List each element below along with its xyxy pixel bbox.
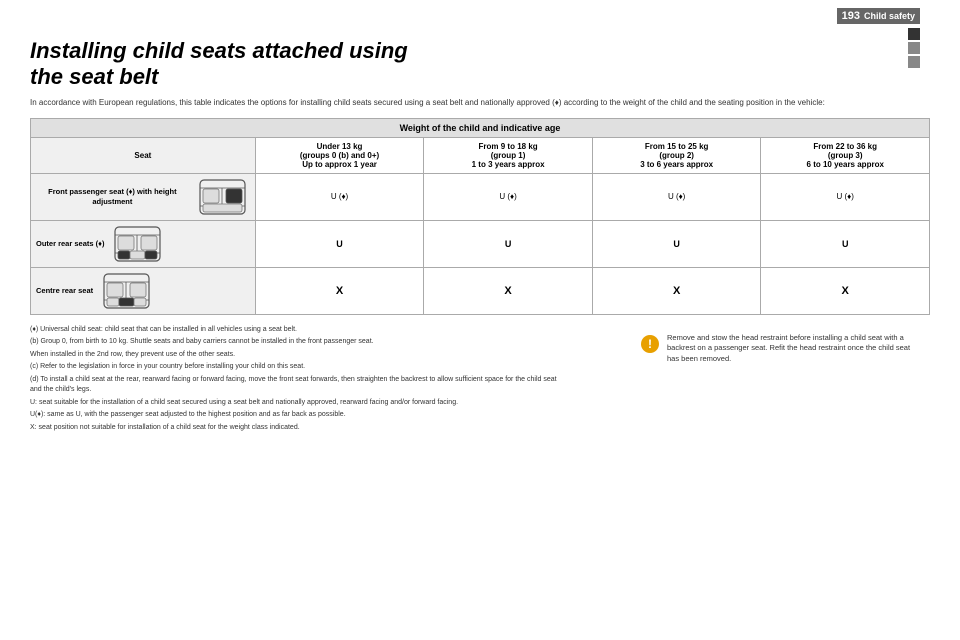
footnote-item: (c) Refer to the legislation in force in… [30,362,570,373]
footnote-item: (d) To install a child seat at the rear,… [30,375,570,396]
table-header: Weight of the child and indicative age [31,118,930,137]
child-seat-table: Weight of the child and indicative age S… [30,118,930,315]
cell-front-9to18: U (♦) [424,173,593,220]
table-row: Centre rear seat [31,267,930,314]
page-title: Installing child seats attached using th… [30,38,930,91]
footnote-item: (b) Group 0, from birth to 10 kg. Shuttl… [30,337,570,348]
cell-outer-22to36: U [761,220,930,267]
cell-centre-under13: X [255,267,424,314]
footnote-item: X: seat position not suitable for instal… [30,423,570,434]
page-number: 193 [842,10,860,22]
warning-box: ! Remove and stow the head restraint bef… [633,325,930,373]
cell-centre-9to18: X [424,267,593,314]
footnote-item: U: seat suitable for the installation of… [30,398,570,409]
corner-decoration [908,28,920,68]
seat-front-passenger: Front passenger seat (♦) with height adj… [31,173,256,220]
cell-outer-9to18: U [424,220,593,267]
warning-text: Remove and stow the head restraint befor… [667,333,922,365]
footnote-item: (♦) Universal child seat: child seat tha… [30,325,570,336]
seat-outer-rear: Outer rear seats (♦) [31,220,256,267]
page-info: 193 Child safety [837,8,920,68]
footnote-item: U(♦): same as U, with the passenger seat… [30,410,570,421]
cell-front-15to25: U (♦) [592,173,761,220]
bottom-section: (♦) Universal child seat: child seat tha… [30,325,930,436]
subtitle: In accordance with European regulations,… [30,97,930,108]
table-row: Outer rear seats (♦) [31,220,930,267]
car-diagram-centre [99,272,154,310]
col-seat-header: Seat [31,137,256,173]
car-diagram-outer-rear [110,225,165,263]
cell-outer-under13: U [255,220,424,267]
cell-centre-22to36: X [761,267,930,314]
table-row: Front passenger seat (♦) with height adj… [31,173,930,220]
col-15to25-header: From 15 to 25 kg (group 2) 3 to 6 years … [592,137,761,173]
cell-outer-15to25: U [592,220,761,267]
seat-centre-rear: Centre rear seat [31,267,256,314]
warning-icon: ! [641,335,659,353]
col-9to18-header: From 9 to 18 kg (group 1) 1 to 3 years a… [424,137,593,173]
cell-front-under13: U (♦) [255,173,424,220]
cell-front-22to36: U (♦) [761,173,930,220]
col-under13-header: Under 13 kg (groups 0 (b) and 0+) Up to … [255,137,424,173]
col-22to36-header: From 22 to 36 kg (group 3) 6 to 10 years… [761,137,930,173]
cell-centre-15to25: X [592,267,761,314]
footnotes: (♦) Universal child seat: child seat tha… [30,325,570,436]
footnote-item: When installed in the 2nd row, they prev… [30,350,570,361]
section-label: Child safety [864,11,915,21]
car-diagram-front [195,178,250,216]
